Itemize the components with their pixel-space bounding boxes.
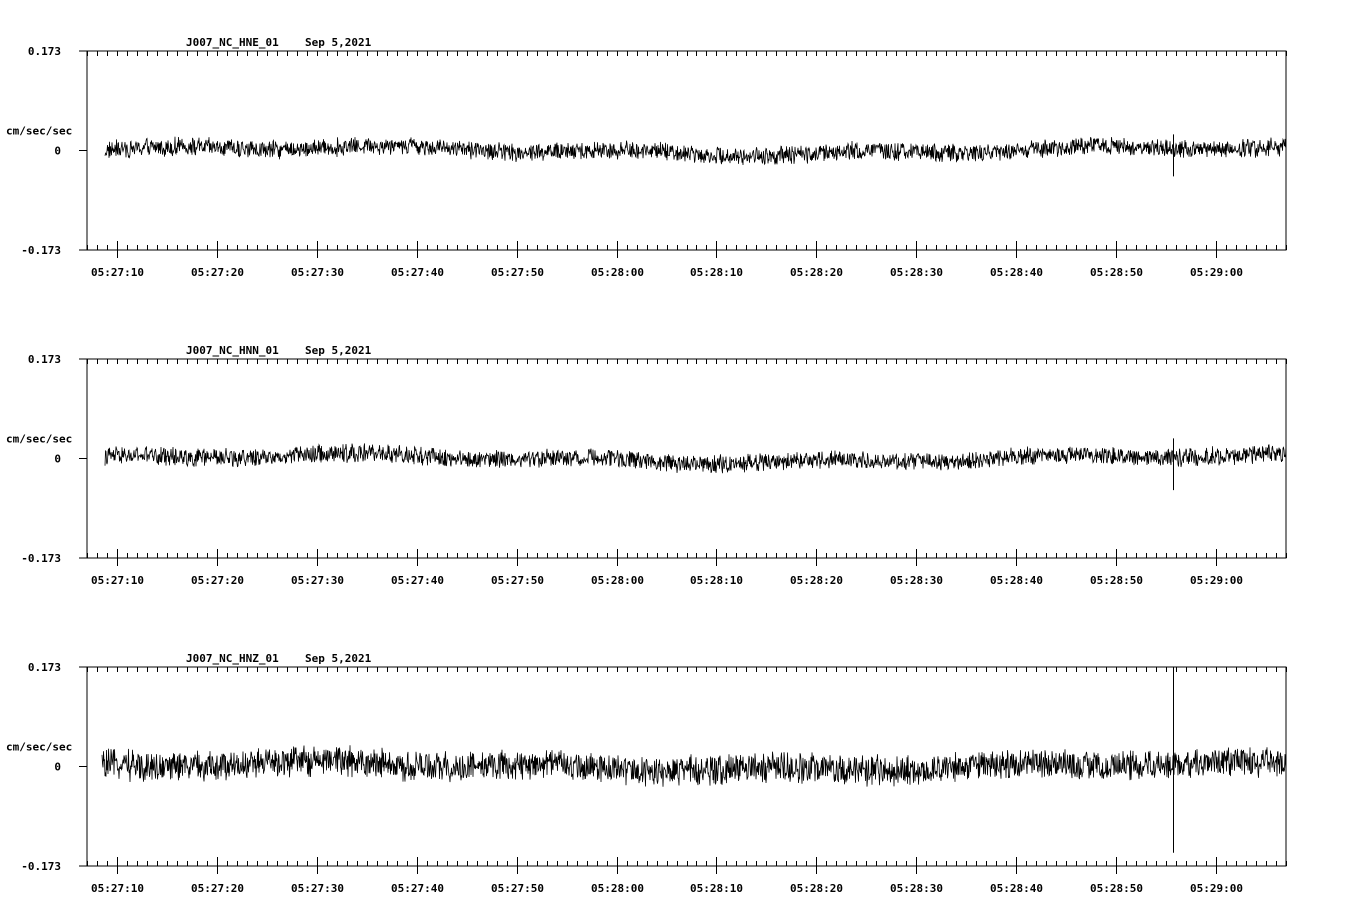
date-label: Sep 5,2021	[305, 36, 372, 49]
y-tick-label-max: 0.173	[28, 661, 61, 674]
x-tick-label: 05:29:00	[1190, 882, 1243, 895]
channel-panel: 05:27:10 05:27:20 05:27:30 05:27:40 05:27:50…	[6, 36, 1287, 279]
x-tick-label: 05:27:30	[291, 882, 344, 895]
y-tick-label-max: 0.173	[28, 353, 61, 366]
x-tick-label: 05:27:20	[191, 266, 244, 279]
date-label: Sep 5,2021	[305, 652, 372, 665]
x-tick-label: 05:28:50	[1090, 266, 1143, 279]
y-axis-label: cm/sec/sec	[6, 741, 72, 754]
x-tick-label: 05:27:30	[291, 266, 344, 279]
x-tick-label: 05:28:20	[790, 266, 843, 279]
x-tick-label: 05:28:10	[690, 266, 743, 279]
y-tick-label-min: -0.173	[21, 552, 61, 565]
x-tick-label: 05:28:40	[990, 266, 1043, 279]
x-tick-label: 05:27:40	[391, 266, 444, 279]
y-tick-label-max: 0.173	[28, 45, 61, 58]
x-minor-ticks-bottom	[87, 553, 1287, 558]
x-tick-label: 05:28:10	[690, 882, 743, 895]
x-tick-label: 05:27:40	[391, 882, 444, 895]
x-tick-label: 05:27:20	[191, 882, 244, 895]
x-minor-ticks-top	[87, 667, 1287, 672]
x-minor-ticks-bottom	[87, 245, 1287, 250]
x-tick-label: 05:27:20	[191, 574, 244, 587]
x-tick-label: 05:28:50	[1090, 882, 1143, 895]
x-minor-ticks-top	[87, 359, 1287, 364]
x-tick-label: 05:27:10	[91, 266, 144, 279]
waveform-trace	[104, 136, 1287, 166]
x-tick-label: 05:27:50	[491, 574, 544, 587]
y-tick-label-min: -0.173	[21, 860, 61, 873]
x-tick-label: 05:28:40	[990, 882, 1043, 895]
x-tick-label: 05:28:40	[990, 574, 1043, 587]
x-tick-label: 05:28:20	[790, 882, 843, 895]
x-tick-label: 05:27:10	[91, 882, 144, 895]
x-tick-label: 05:27:50	[491, 882, 544, 895]
x-tick-label: 05:28:10	[690, 574, 743, 587]
x-tick-label: 05:27:40	[391, 574, 444, 587]
channel-panel: 05:27:10 05:27:20 05:27:30 05:27:40 05:27:50…	[6, 344, 1287, 587]
x-tick-label: 05:28:00	[591, 266, 644, 279]
y-tick-label-zero: 0	[54, 453, 61, 466]
station-title: J007_NC_HNE_01	[186, 36, 279, 49]
x-tick-label: 05:27:50	[491, 266, 544, 279]
channel-panel: 05:27:10 05:27:20 05:27:30 05:27:40 05:27:50…	[6, 652, 1287, 895]
date-label: Sep 5,2021	[305, 344, 372, 357]
x-minor-ticks-top	[87, 51, 1287, 56]
station-title: J007_NC_HNN_01	[186, 344, 279, 357]
x-tick-label: 05:28:20	[790, 574, 843, 587]
y-axis-label: cm/sec/sec	[6, 433, 72, 446]
waveform-trace	[104, 443, 1287, 474]
x-tick-label: 05:29:00	[1190, 266, 1243, 279]
y-tick-label-zero: 0	[54, 145, 61, 158]
y-axis-label: cm/sec/sec	[6, 125, 72, 138]
x-tick-label: 05:28:50	[1090, 574, 1143, 587]
y-tick-label-min: -0.173	[21, 244, 61, 257]
x-tick-label: 05:27:10	[91, 574, 144, 587]
x-tick-label: 05:28:30	[890, 266, 943, 279]
station-title: J007_NC_HNZ_01	[186, 652, 279, 665]
x-tick-label: 05:28:00	[591, 882, 644, 895]
waveform-trace	[101, 745, 1287, 787]
x-tick-label: 05:27:30	[291, 574, 344, 587]
x-minor-ticks-bottom	[87, 861, 1287, 866]
x-tick-label: 05:28:30	[890, 882, 943, 895]
y-tick-label-zero: 0	[54, 761, 61, 774]
seismogram-figure: 05:27:10 05:27:20 05:27:30 05:27:40 05:27:50…	[6, 36, 1287, 895]
x-tick-label: 05:29:00	[1190, 574, 1243, 587]
x-tick-label: 05:28:30	[890, 574, 943, 587]
x-tick-label: 05:28:00	[591, 574, 644, 587]
